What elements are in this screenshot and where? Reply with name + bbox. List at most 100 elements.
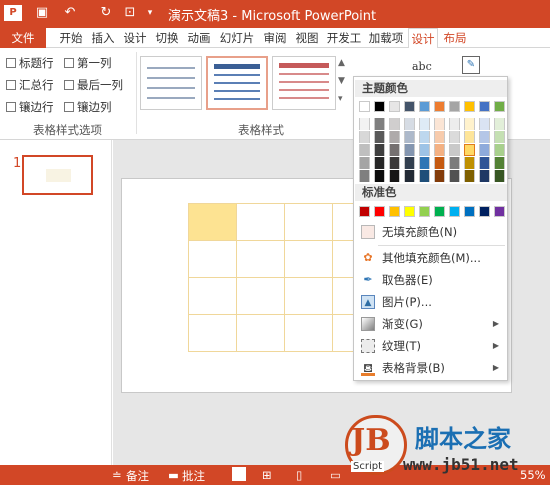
table-cell[interactable] xyxy=(284,240,333,278)
theme-color-shade-swatch[interactable] xyxy=(449,118,460,130)
theme-color-shade-swatch[interactable] xyxy=(389,118,400,130)
normal-view-icon[interactable] xyxy=(232,467,246,481)
theme-color-shade-swatch[interactable] xyxy=(404,118,415,130)
picture-fill-item[interactable]: ▲ 图片(P)... xyxy=(355,291,507,313)
tab-view[interactable]: 视图 xyxy=(292,28,322,48)
texture-item[interactable]: 纹理(T) ▶ xyxy=(355,335,507,357)
theme-color-shade-swatch[interactable] xyxy=(494,144,505,156)
theme-color-shade-swatch[interactable] xyxy=(419,118,430,130)
theme-color-shade-swatch[interactable] xyxy=(494,118,505,130)
tab-table-design[interactable]: 设计 xyxy=(408,28,438,49)
table-style-plain[interactable] xyxy=(140,56,202,110)
theme-color-swatch[interactable] xyxy=(359,101,370,112)
theme-color-shade-swatch[interactable] xyxy=(359,144,370,156)
theme-color-shade-swatch[interactable] xyxy=(434,144,445,156)
theme-color-shade-swatch[interactable] xyxy=(464,131,475,143)
no-fill-item[interactable]: 无填充颜色(N) xyxy=(355,221,507,243)
theme-color-swatch[interactable] xyxy=(389,101,400,112)
theme-color-shade-swatch[interactable] xyxy=(479,170,490,182)
draw-table-icon[interactable]: ✎ xyxy=(462,56,480,74)
table-cell[interactable] xyxy=(236,203,285,241)
theme-color-shade-swatch[interactable] xyxy=(359,157,370,169)
tab-addins[interactable]: 加载项 xyxy=(366,28,406,48)
tab-insert[interactable]: 插入 xyxy=(88,28,118,48)
theme-color-shade-swatch[interactable] xyxy=(464,170,475,182)
standard-color-swatch[interactable] xyxy=(479,206,490,217)
tab-file[interactable]: 文件 xyxy=(0,28,46,48)
theme-color-shade-swatch[interactable] xyxy=(389,157,400,169)
slide-thumbnail[interactable] xyxy=(22,155,93,195)
standard-color-swatch[interactable] xyxy=(464,206,475,217)
theme-color-shade-swatch[interactable] xyxy=(479,131,490,143)
gallery-more-icon[interactable]: ▾ xyxy=(338,94,343,104)
standard-color-swatch[interactable] xyxy=(374,206,385,217)
theme-color-shade-swatch[interactable] xyxy=(449,157,460,169)
theme-color-shade-swatch[interactable] xyxy=(494,170,505,182)
table-style-red[interactable] xyxy=(272,56,336,110)
slide-sorter-icon[interactable]: ⊞ xyxy=(262,468,272,482)
checkbox-total-row[interactable]: 汇总行 xyxy=(6,77,54,93)
theme-color-shade-swatch[interactable] xyxy=(419,157,430,169)
gradient-item[interactable]: 渐变(G) ▶ xyxy=(355,313,507,335)
tab-design[interactable]: 设计 xyxy=(120,28,150,48)
standard-color-swatch[interactable] xyxy=(449,206,460,217)
table-cell[interactable] xyxy=(236,240,285,278)
undo-icon[interactable]: ↶ xyxy=(60,3,80,23)
theme-color-swatch[interactable] xyxy=(374,101,385,112)
table-cell[interactable] xyxy=(236,314,285,352)
theme-color-shade-swatch-hover[interactable] xyxy=(464,144,475,156)
tab-table-layout[interactable]: 布局 xyxy=(440,28,470,48)
text-effects-icon[interactable]: abc xyxy=(412,60,432,73)
theme-color-shade-swatch[interactable] xyxy=(404,131,415,143)
theme-color-shade-swatch[interactable] xyxy=(464,157,475,169)
table-cell[interactable] xyxy=(188,314,237,352)
table-background-item[interactable]: ⛾ 表格背景(B) ▶ xyxy=(355,357,507,379)
theme-color-shade-swatch[interactable] xyxy=(404,157,415,169)
theme-color-shade-swatch[interactable] xyxy=(449,131,460,143)
tab-transitions[interactable]: 切换 xyxy=(152,28,182,48)
checkbox-last-column[interactable]: 最后一列 xyxy=(64,77,123,93)
notes-icon[interactable]: ≐ xyxy=(112,468,122,482)
theme-color-shade-swatch[interactable] xyxy=(419,144,430,156)
ppt-logo-icon[interactable]: P xyxy=(4,5,22,21)
table-cell-selected[interactable] xyxy=(188,203,237,241)
theme-color-swatch[interactable] xyxy=(404,101,415,112)
theme-color-shade-swatch[interactable] xyxy=(374,144,385,156)
theme-color-shade-swatch[interactable] xyxy=(374,131,385,143)
table-cell[interactable] xyxy=(188,277,237,315)
checkbox-banded-rows[interactable]: 镶边行 xyxy=(6,99,54,115)
theme-color-shade-swatch[interactable] xyxy=(419,170,430,182)
theme-color-shade-swatch[interactable] xyxy=(389,131,400,143)
theme-color-swatch[interactable] xyxy=(479,101,490,112)
standard-color-swatch[interactable] xyxy=(404,206,415,217)
tab-developer[interactable]: 开发工 xyxy=(324,28,364,48)
theme-color-shade-swatch[interactable] xyxy=(464,118,475,130)
save-icon[interactable]: ▣ xyxy=(32,3,52,23)
tab-review[interactable]: 审阅 xyxy=(260,28,290,48)
theme-color-shade-swatch[interactable] xyxy=(359,170,370,182)
theme-color-shade-swatch[interactable] xyxy=(434,170,445,182)
table-cell[interactable] xyxy=(284,277,333,315)
theme-color-shade-swatch[interactable] xyxy=(389,170,400,182)
theme-color-shade-swatch[interactable] xyxy=(494,131,505,143)
standard-color-swatch[interactable] xyxy=(434,206,445,217)
table-cell[interactable] xyxy=(284,203,333,241)
theme-color-shade-swatch[interactable] xyxy=(374,170,385,182)
theme-color-shade-swatch[interactable] xyxy=(359,118,370,130)
theme-color-shade-swatch[interactable] xyxy=(434,131,445,143)
redo-icon[interactable]: ↻ xyxy=(96,3,116,23)
gallery-down-icon[interactable]: ▼ xyxy=(338,76,345,86)
comments-icon[interactable]: ▬ xyxy=(168,468,179,482)
theme-color-shade-swatch[interactable] xyxy=(494,157,505,169)
theme-color-shade-swatch[interactable] xyxy=(479,144,490,156)
standard-color-swatch[interactable] xyxy=(359,206,370,217)
theme-color-shade-swatch[interactable] xyxy=(404,144,415,156)
table-cell[interactable] xyxy=(188,240,237,278)
comments-button[interactable]: 批注 xyxy=(182,468,205,484)
reading-view-icon[interactable]: ▯ xyxy=(296,468,302,482)
slideshow-icon[interactable]: ▭ xyxy=(330,468,341,482)
more-fill-colors-item[interactable]: ✿ 其他填充颜色(M)... xyxy=(355,247,507,269)
checkbox-header-row[interactable]: 标题行 xyxy=(6,55,54,71)
notes-button[interactable]: 备注 xyxy=(126,468,149,484)
theme-color-swatch[interactable] xyxy=(464,101,475,112)
